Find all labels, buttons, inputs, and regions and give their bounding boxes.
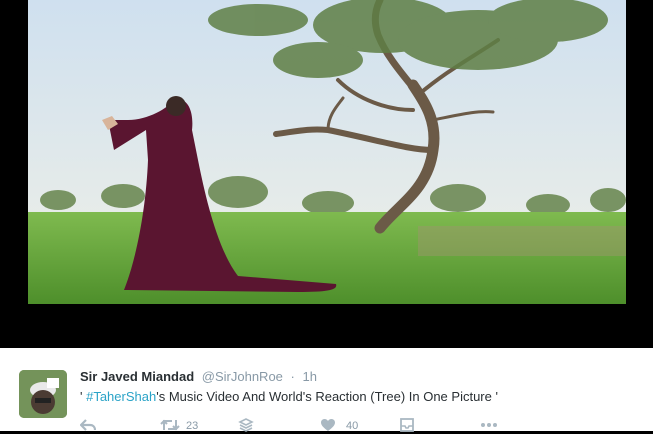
like-button[interactable]: 40 bbox=[320, 418, 358, 434]
retweet-button[interactable]: 23 bbox=[160, 418, 198, 434]
separator-dot: · bbox=[290, 369, 295, 384]
inbox-icon bbox=[400, 418, 414, 432]
stack-icon bbox=[238, 418, 254, 432]
direct-message-button[interactable] bbox=[400, 418, 414, 434]
stack-button[interactable] bbox=[238, 418, 254, 434]
user-handle[interactable]: @SirJohnRoe bbox=[202, 369, 283, 384]
more-button[interactable] bbox=[480, 418, 498, 434]
like-count: 40 bbox=[346, 420, 359, 432]
avatar[interactable] bbox=[19, 370, 67, 418]
tweet-text: ' #TaherShah's Music Video And World's R… bbox=[80, 389, 498, 404]
tweet-text-body: 's Music Video And World's Reaction (Tre… bbox=[156, 389, 498, 404]
retweet-icon bbox=[160, 418, 180, 432]
tweet-actions: 23 40 bbox=[80, 418, 580, 434]
video-still-graphic bbox=[28, 0, 626, 304]
reply-icon bbox=[80, 418, 96, 432]
video-still-image[interactable] bbox=[28, 0, 626, 304]
display-name[interactable]: Sir Javed Miandad bbox=[80, 369, 194, 384]
more-icon bbox=[480, 418, 498, 432]
tweet-timestamp[interactable]: 1h bbox=[303, 369, 317, 384]
hashtag-link[interactable]: #TaherShah bbox=[86, 389, 156, 404]
retweet-count: 23 bbox=[186, 420, 199, 432]
heart-icon bbox=[320, 418, 336, 432]
video-frame bbox=[0, 0, 653, 348]
reply-button[interactable] bbox=[80, 418, 96, 434]
tweet-header: Sir Javed Miandad @SirJohnRoe · 1h bbox=[80, 369, 317, 384]
tweet-card: Sir Javed Miandad @SirJohnRoe · 1h ' #Ta… bbox=[0, 348, 653, 434]
